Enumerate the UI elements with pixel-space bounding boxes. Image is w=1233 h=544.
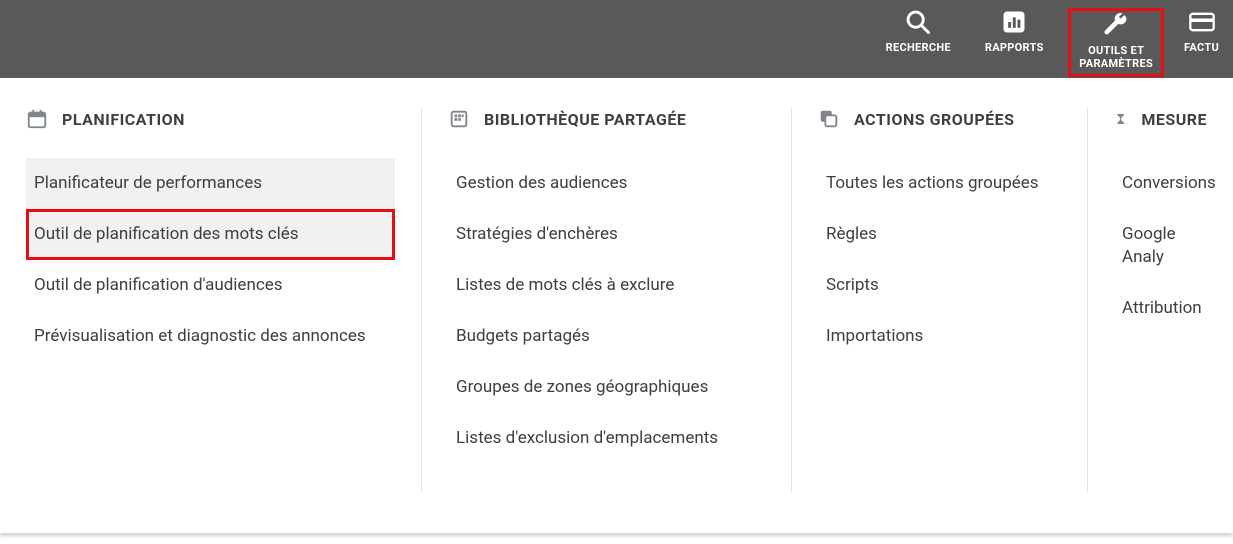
menu-scripts[interactable]: Scripts [818,260,1061,311]
menu-imports[interactable]: Importations [818,311,1061,362]
wrench-icon [1102,11,1130,39]
menu-audience-manager[interactable]: Gestion des audiences [448,158,765,209]
menu-all-bulk-actions[interactable]: Toutes les actions groupées [818,158,1061,209]
column-shared-library: BIBLIOTHÈQUE PARTAGÉE Gestion des audien… [422,108,792,493]
menu-location-groups[interactable]: Groupes de zones géographiques [448,362,765,413]
calendar-icon [26,108,48,130]
topbar-label: OUTILS ET PARAMÈTRES [1079,45,1153,70]
column-bulk-actions: ACTIONS GROUPÉES Toutes les actions grou… [792,108,1088,493]
column-planning: PLANIFICATION Planificateur de performan… [0,108,422,493]
card-icon [1188,8,1216,36]
section-title: PLANIFICATION [62,110,185,129]
menu-ad-preview-diagnosis[interactable]: Prévisualisation et diagnostic des annon… [26,311,395,362]
menu-negative-keyword-lists[interactable]: Listes de mots clés à exclure [448,260,765,311]
menu-shared-budgets[interactable]: Budgets partagés [448,311,765,362]
menu-conversions[interactable]: Conversions [1114,158,1207,209]
section-header-shared: BIBLIOTHÈQUE PARTAGÉE [448,108,765,130]
menu-placement-exclusion-lists[interactable]: Listes d'exclusion d'emplacements [448,413,765,464]
menu-keyword-planner[interactable]: Outil de planification des mots clés [26,209,395,260]
topbar-billing[interactable]: FACTU [1176,8,1227,59]
section-title: BIBLIOTHÈQUE PARTAGÉE [484,110,686,129]
search-icon [904,8,932,36]
library-icon [448,108,470,130]
menu-attribution[interactable]: Attribution [1114,283,1207,334]
menu-rules[interactable]: Règles [818,209,1061,260]
menu-google-analytics[interactable]: Google Analy [1114,209,1207,283]
topbar-label: FACTU [1184,42,1219,55]
column-measure: MESURE Conversions Google Analy Attribut… [1088,108,1233,493]
menu-performance-planner[interactable]: Planificateur de performances [26,158,395,209]
tools-dropdown: PLANIFICATION Planificateur de performan… [0,78,1233,533]
section-header-planning: PLANIFICATION [26,108,395,130]
topbar-search[interactable]: RECHERCHE [876,8,960,59]
topbar-label: RECHERCHE [886,42,951,55]
menu-audience-planner[interactable]: Outil de planification d'audiences [26,260,395,311]
menu-bidding-strategies[interactable]: Stratégies d'enchères [448,209,765,260]
topbar-reports[interactable]: RAPPORTS [972,8,1056,59]
section-header-measure: MESURE [1114,108,1207,130]
reports-icon [1000,8,1028,36]
section-title: ACTIONS GROUPÉES [854,110,1015,129]
section-header-bulk: ACTIONS GROUPÉES [818,108,1061,130]
hourglass-icon [1114,108,1127,130]
topbar-tools-settings[interactable]: OUTILS ET PARAMÈTRES [1068,8,1164,77]
topbar-label: RAPPORTS [985,42,1044,55]
section-title: MESURE [1141,110,1207,129]
stack-icon [818,108,840,130]
topbar: RECHERCHE RAPPORTS OUTILS ET PARAMÈTRES … [0,0,1233,78]
